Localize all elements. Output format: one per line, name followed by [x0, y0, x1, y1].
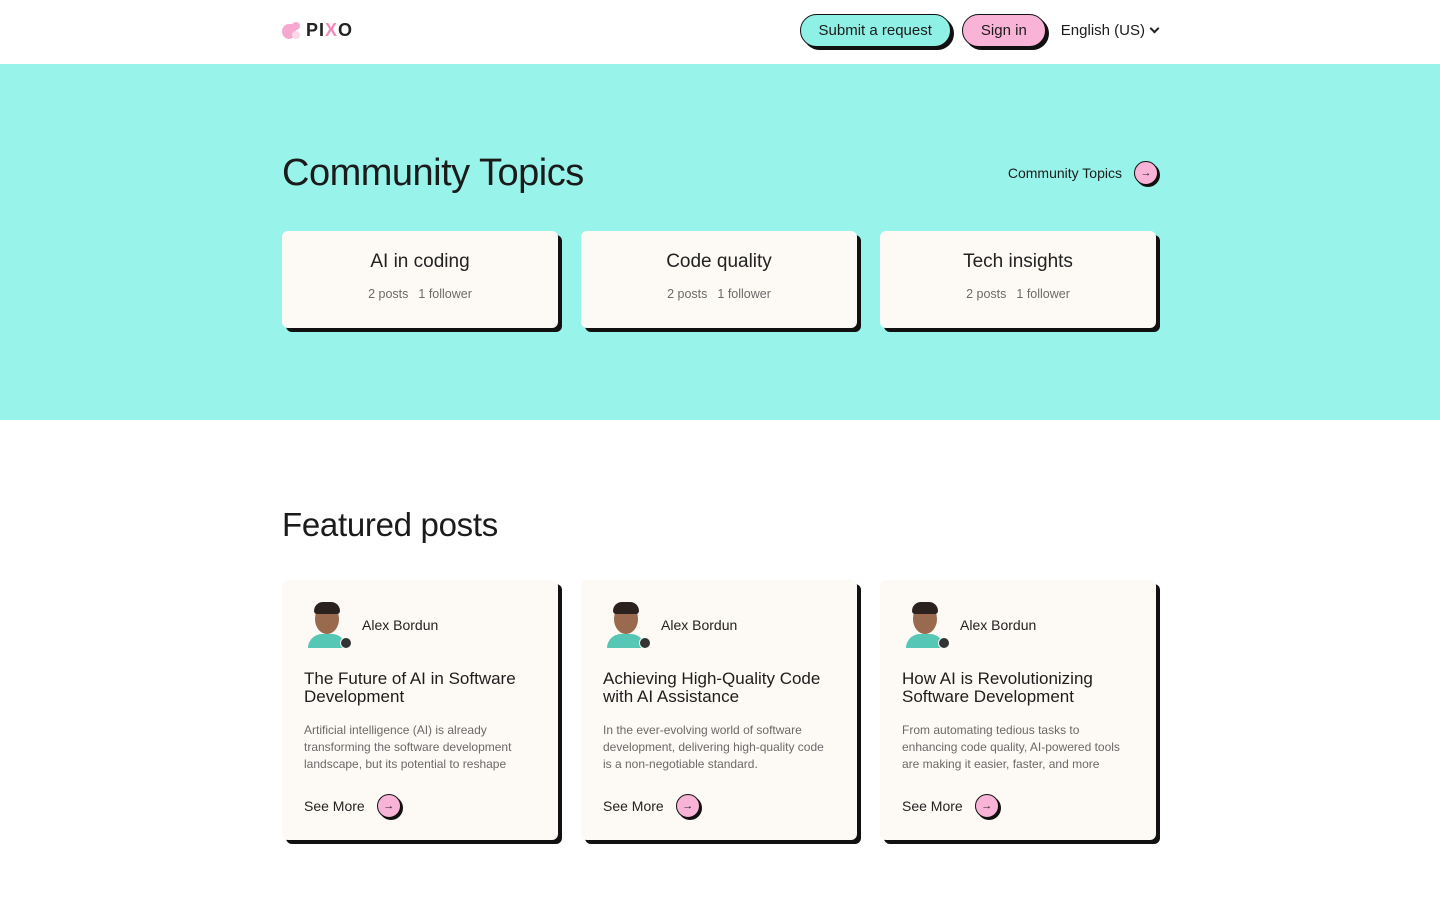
sign-in-button[interactable]: Sign in [961, 14, 1046, 47]
post-card[interactable]: Alex Bordun The Future of AI in Software… [282, 580, 558, 840]
arrow-right-icon: → [974, 794, 999, 818]
post-author: Alex Bordun [603, 602, 835, 649]
language-label: English (US) [1060, 22, 1145, 39]
user-badge-icon [938, 637, 950, 649]
see-more-link[interactable]: See More → [902, 794, 999, 818]
post-card[interactable]: Alex Bordun Achieving High-Quality Code … [581, 580, 857, 840]
community-topics-title: Community Topics [282, 152, 584, 194]
logo-text: PIXO [306, 20, 354, 40]
featured-posts-section: Featured posts Alex Bordun The Future of… [0, 420, 1440, 900]
post-excerpt: Artificial intelligence (AI) is already … [304, 723, 512, 771]
topic-title: Code quality [666, 251, 772, 272]
community-topics-section: Community Topics Community Topics → AI i… [0, 64, 1440, 420]
arrow-right-icon: → [675, 794, 700, 818]
see-more-label: See More [603, 798, 664, 814]
community-topics-link-label: Community Topics [1007, 165, 1122, 181]
avatar [603, 602, 651, 649]
topic-cards: AI in coding 2 posts 1 follower Code qual… [282, 231, 1156, 328]
site-header: PIXO Submit a request Sign in English (U… [0, 0, 1440, 64]
logo-mark-icon [282, 21, 302, 41]
topic-followers: 1 follower [1016, 287, 1070, 301]
community-topics-link[interactable]: Community Topics → [1008, 161, 1158, 185]
see-more-link[interactable]: See More → [304, 794, 401, 818]
see-more-label: See More [304, 798, 365, 814]
topic-meta: 2 posts 1 follower [282, 287, 558, 301]
header-actions: Submit a request Sign in English (US) [799, 14, 1160, 47]
post-cards: Alex Bordun The Future of AI in Software… [282, 580, 1156, 840]
topic-meta: 2 posts 1 follower [581, 287, 857, 301]
topic-title: AI in coding [370, 251, 470, 272]
featured-posts-title: Featured posts [282, 506, 498, 543]
arrow-right-icon: → [1134, 161, 1158, 185]
author-name[interactable]: Alex Bordun [362, 617, 438, 633]
see-more-label: See More [902, 798, 963, 814]
topic-meta: 2 posts 1 follower [880, 287, 1156, 301]
avatar [304, 602, 352, 649]
post-title[interactable]: Achieving High-Quality Code with AI Assi… [603, 670, 835, 706]
user-badge-icon [639, 637, 651, 649]
topic-followers: 1 follower [717, 287, 771, 301]
author-name[interactable]: Alex Bordun [960, 617, 1036, 633]
see-more-link[interactable]: See More → [603, 794, 700, 818]
post-author: Alex Bordun [902, 602, 1134, 649]
post-title[interactable]: The Future of AI in Software Development [304, 670, 536, 706]
post-author: Alex Bordun [304, 602, 536, 649]
post-title[interactable]: How AI is Revolutionizing Software Devel… [902, 670, 1134, 706]
post-card[interactable]: Alex Bordun How AI is Revolutionizing So… [880, 580, 1156, 840]
topic-card[interactable]: Tech insights 2 posts 1 follower [880, 231, 1156, 328]
user-badge-icon [340, 637, 352, 649]
topic-posts: 2 posts [368, 287, 409, 301]
topic-card[interactable]: AI in coding 2 posts 1 follower [282, 231, 558, 328]
post-excerpt: From automating tedious tasks to enhanci… [902, 723, 1120, 771]
topic-posts: 2 posts [966, 287, 1007, 301]
topic-card[interactable]: Code quality 2 posts 1 follower [581, 231, 857, 328]
topic-posts: 2 posts [667, 287, 708, 301]
arrow-right-icon: → [376, 794, 401, 818]
submit-request-button[interactable]: Submit a request [799, 14, 951, 47]
post-excerpt: In the ever-evolving world of software d… [603, 723, 824, 771]
topic-title: Tech insights [963, 251, 1073, 272]
author-name[interactable]: Alex Bordun [661, 617, 737, 633]
chevron-down-icon [1149, 23, 1160, 34]
topic-followers: 1 follower [418, 287, 472, 301]
language-selector[interactable]: English (US) [1060, 22, 1160, 39]
avatar [902, 602, 950, 649]
logo[interactable]: PIXO [282, 20, 353, 41]
